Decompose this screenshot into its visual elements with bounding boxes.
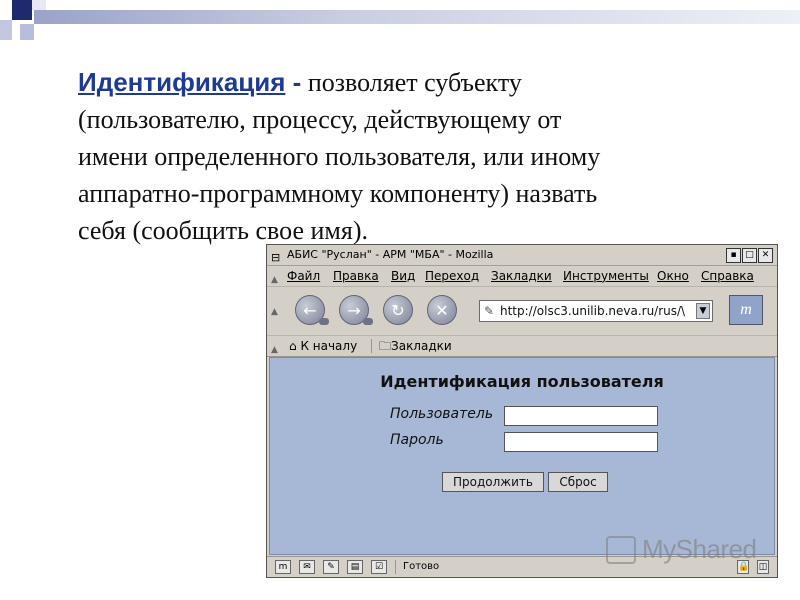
page-icon: ✎	[484, 304, 495, 318]
menu-help[interactable]: Справка	[701, 266, 754, 286]
bookmarks-toolbar: ▲ ⌂ К началу 🗀Закладки	[267, 336, 777, 357]
menu-edit[interactable]: Правка	[333, 266, 379, 286]
chat-icon[interactable]: ☑	[371, 560, 387, 574]
slide-line-4: аппаратно-программному компоненту) назва…	[78, 179, 598, 208]
slide-term: Идентификация	[78, 67, 286, 97]
composer-icon[interactable]: ✎	[323, 560, 339, 574]
mail-icon[interactable]: ✉	[299, 560, 315, 574]
slide-line-5: себя (сообщить свое имя).	[78, 216, 368, 245]
password-label: Пароль	[390, 432, 444, 448]
menu-tools[interactable]: Инструменты	[563, 266, 649, 286]
toolbar-grip-icon[interactable]: ▲	[271, 307, 278, 317]
window-title: АБИС "Руслан" - АРМ "МБА" - Mozilla	[287, 248, 494, 261]
navigation-toolbar: ▲ ← → ↻ ✕ ✎ http://olsc3.unilib.neva.ru/…	[267, 287, 777, 336]
browser-window: ⊟ АБИС "Руслан" - АРМ "МБА" - Mozilla ▪ …	[266, 244, 778, 578]
slide-line-3: имени определенного пользователя, или ин…	[78, 142, 601, 171]
page-content: Идентификация пользователя Пользователь …	[269, 357, 775, 555]
menu-window[interactable]: Окно	[657, 266, 689, 286]
menu-file[interactable]: Файл	[287, 266, 320, 286]
decorative-square	[32, 0, 46, 10]
home-bookmark[interactable]: ⌂ К началу	[289, 336, 357, 356]
address-bar[interactable]: ✎ http://olsc3.unilib.neva.ru/rus/\ ▼	[479, 300, 713, 322]
slide-definition-text: Идентификация - позволяет субъекту (поль…	[78, 64, 728, 249]
toolbar-separator	[371, 339, 372, 353]
continue-button[interactable]: Продолжить	[442, 472, 544, 492]
password-input[interactable]	[504, 432, 658, 452]
decorative-square	[12, 0, 32, 20]
watermark-icon	[606, 536, 636, 564]
window-menu-icon[interactable]: ⊟	[271, 248, 280, 268]
maximize-icon[interactable]: □	[742, 248, 757, 263]
page-title: Идентификация пользователя	[380, 372, 664, 391]
decorative-gradient-bar	[34, 10, 800, 24]
reload-icon[interactable]: ↻	[383, 295, 413, 325]
forward-history-dropdown[interactable]	[363, 318, 373, 325]
slide-line-1: позволяет субъекту	[301, 68, 522, 97]
menu-view[interactable]: Вид	[391, 266, 415, 286]
username-input[interactable]	[504, 406, 658, 426]
watermark: MyShared	[642, 534, 757, 564]
title-bar: ⊟ АБИС "Руслан" - АРМ "МБА" - Mozilla ▪ …	[267, 245, 777, 266]
menu-go[interactable]: Переход	[425, 266, 479, 286]
status-text: Готово	[403, 561, 440, 572]
stop-icon[interactable]: ✕	[427, 295, 457, 325]
folder-icon: 🗀	[379, 339, 392, 353]
slide-line-2: (пользователю, процессу, действующему от	[78, 105, 562, 134]
bookmarks-folder[interactable]: 🗀Закладки	[379, 336, 452, 356]
decorative-square	[0, 20, 12, 40]
browser-logo-icon: m	[729, 295, 763, 325]
decorative-square	[20, 24, 34, 40]
home-icon: ⌂	[289, 339, 301, 353]
status-separator	[395, 560, 396, 574]
close-icon[interactable]: ✕	[758, 248, 773, 263]
mozilla-icon[interactable]: m	[275, 560, 291, 574]
reset-button[interactable]: Сброс	[548, 472, 608, 492]
menu-bar: ▲ Файл Правка Вид Переход Закладки Инстр…	[267, 266, 777, 287]
url-dropdown-icon[interactable]: ▼	[696, 303, 710, 319]
url-text: http://olsc3.unilib.neva.ru/rus/\	[500, 304, 686, 318]
username-label: Пользователь	[390, 406, 494, 422]
address-book-icon[interactable]: ▤	[347, 560, 363, 574]
slide-term-dash: -	[292, 67, 302, 97]
menu-bookmarks[interactable]: Закладки	[491, 266, 552, 286]
connection-icon: ◫	[757, 560, 769, 574]
back-history-dropdown[interactable]	[319, 318, 329, 325]
minimize-icon[interactable]: ▪	[726, 248, 741, 263]
